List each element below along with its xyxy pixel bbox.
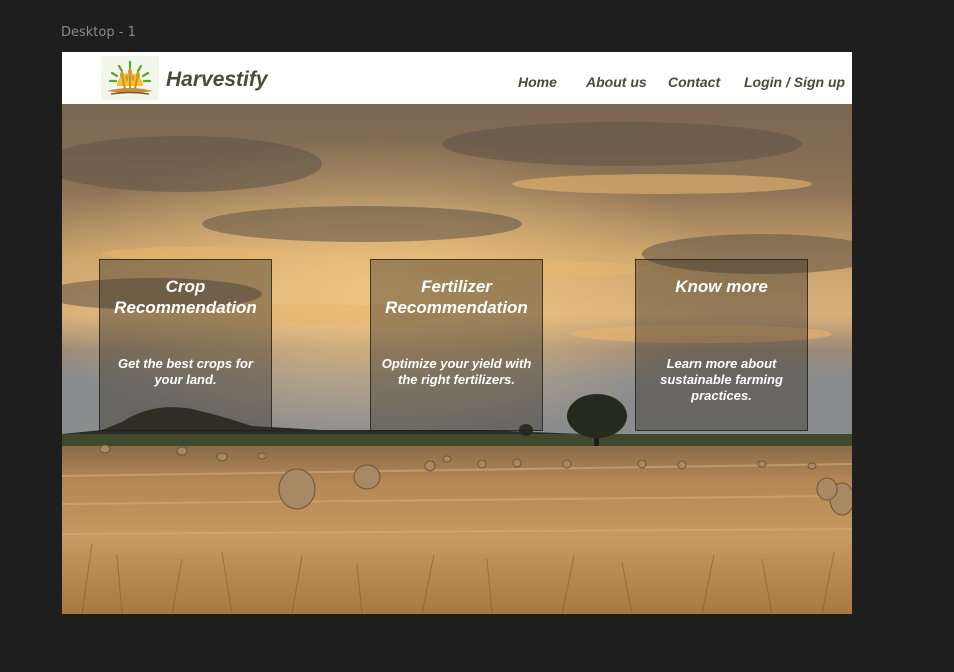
frame-label: Desktop - 1 bbox=[61, 25, 136, 40]
nav-contact-link[interactable]: Contact bbox=[668, 74, 720, 90]
know-more-card[interactable]: Know more Learn more about sustainable f… bbox=[635, 259, 808, 431]
card-description: Get the best crops for your land. bbox=[117, 356, 254, 387]
card-description: Optimize your yield with the right ferti… bbox=[381, 356, 532, 387]
brand-name[interactable]: Harvestify bbox=[166, 68, 268, 92]
navbar: Harvestify Home About us Contact Login /… bbox=[62, 52, 852, 104]
nav-about-link[interactable]: About us bbox=[586, 74, 647, 90]
card-title: Fertilizer Recommendation bbox=[385, 277, 528, 317]
nav-home-link[interactable]: Home bbox=[518, 74, 557, 90]
nav-login-signup-link[interactable]: Login / Sign up bbox=[744, 74, 845, 90]
fertilizer-recommendation-card[interactable]: Fertilizer Recommendation Optimize your … bbox=[370, 259, 543, 431]
card-title: Crop Recommendation bbox=[114, 277, 257, 317]
desktop-frame: Harvestify Home About us Contact Login /… bbox=[62, 52, 852, 614]
harvestify-logo-icon[interactable] bbox=[101, 56, 159, 100]
crop-recommendation-card[interactable]: Crop Recommendation Get the best crops f… bbox=[99, 259, 272, 431]
card-description: Learn more about sustainable farming pra… bbox=[660, 356, 783, 403]
card-title: Know more bbox=[675, 277, 768, 296]
